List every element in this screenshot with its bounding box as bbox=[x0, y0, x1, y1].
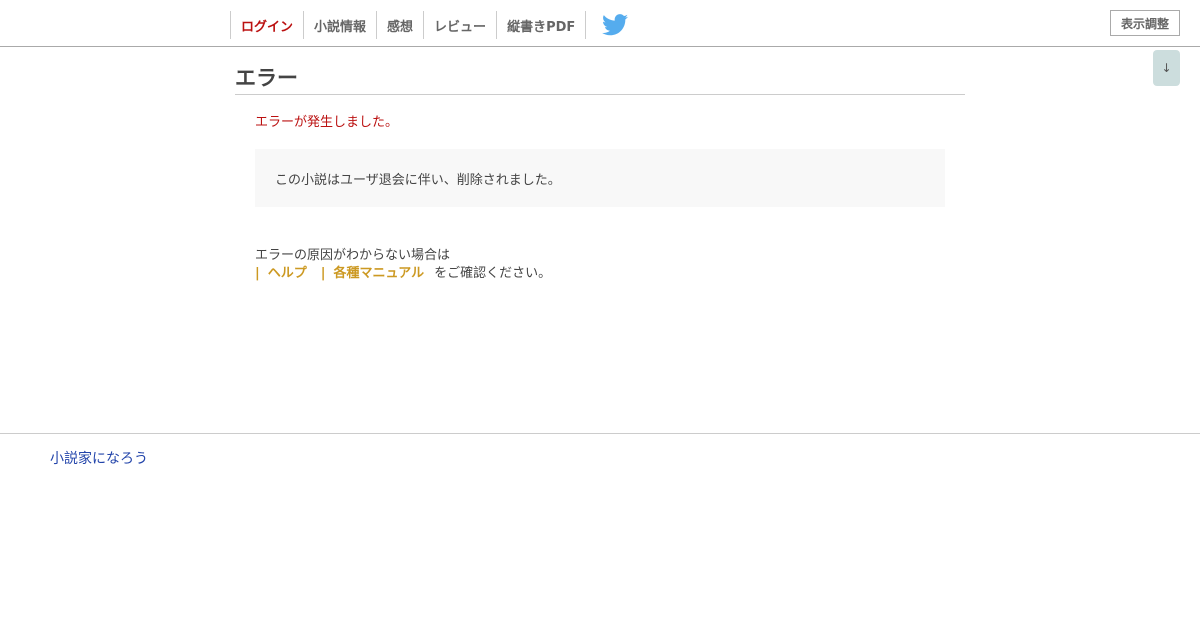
novel-nav: ログイン 小説情報 感想 レビュー 縦書きPDF bbox=[230, 11, 629, 39]
site-header: ログイン 小説情報 感想 レビュー 縦書きPDF 表示調整 bbox=[0, 0, 1200, 47]
help-link[interactable]: ヘルプ bbox=[268, 265, 307, 283]
footer-site-link[interactable]: 小説家になろう bbox=[50, 448, 148, 468]
footer-divider bbox=[0, 433, 1200, 434]
link-separator: | bbox=[320, 266, 326, 281]
display-settings-button[interactable]: 表示調整 bbox=[1110, 10, 1180, 36]
help-tail-text: をご確認ください。 bbox=[434, 266, 552, 281]
twitter-share-button[interactable] bbox=[586, 11, 629, 39]
error-detail-text: この小説はユーザ退会に伴い、削除されました。 bbox=[275, 173, 561, 188]
manual-link[interactable]: 各種マニュアル bbox=[334, 265, 425, 283]
twitter-bird-icon bbox=[602, 14, 629, 36]
nav-novel-info[interactable]: 小説情報 bbox=[304, 11, 378, 39]
error-detail-box: この小説はユーザ退会に伴い、削除されました。 bbox=[255, 149, 945, 207]
help-intro-text: エラーの原因がわからない場合は bbox=[255, 248, 451, 263]
link-separator: | bbox=[255, 266, 260, 281]
error-message: エラーが発生しました。 bbox=[255, 115, 399, 130]
scroll-down-button[interactable]: ↓ bbox=[1153, 50, 1180, 86]
page-title: エラー bbox=[235, 62, 965, 95]
nav-login[interactable]: ログイン bbox=[231, 11, 305, 39]
nav-vertical-pdf[interactable]: 縦書きPDF bbox=[497, 11, 587, 39]
nav-reviews[interactable]: レビュー bbox=[424, 11, 498, 39]
help-links-row: | ヘルプ | 各種マニュアル をご確認ください。 bbox=[255, 265, 551, 283]
nav-impressions[interactable]: 感想 bbox=[377, 11, 425, 39]
